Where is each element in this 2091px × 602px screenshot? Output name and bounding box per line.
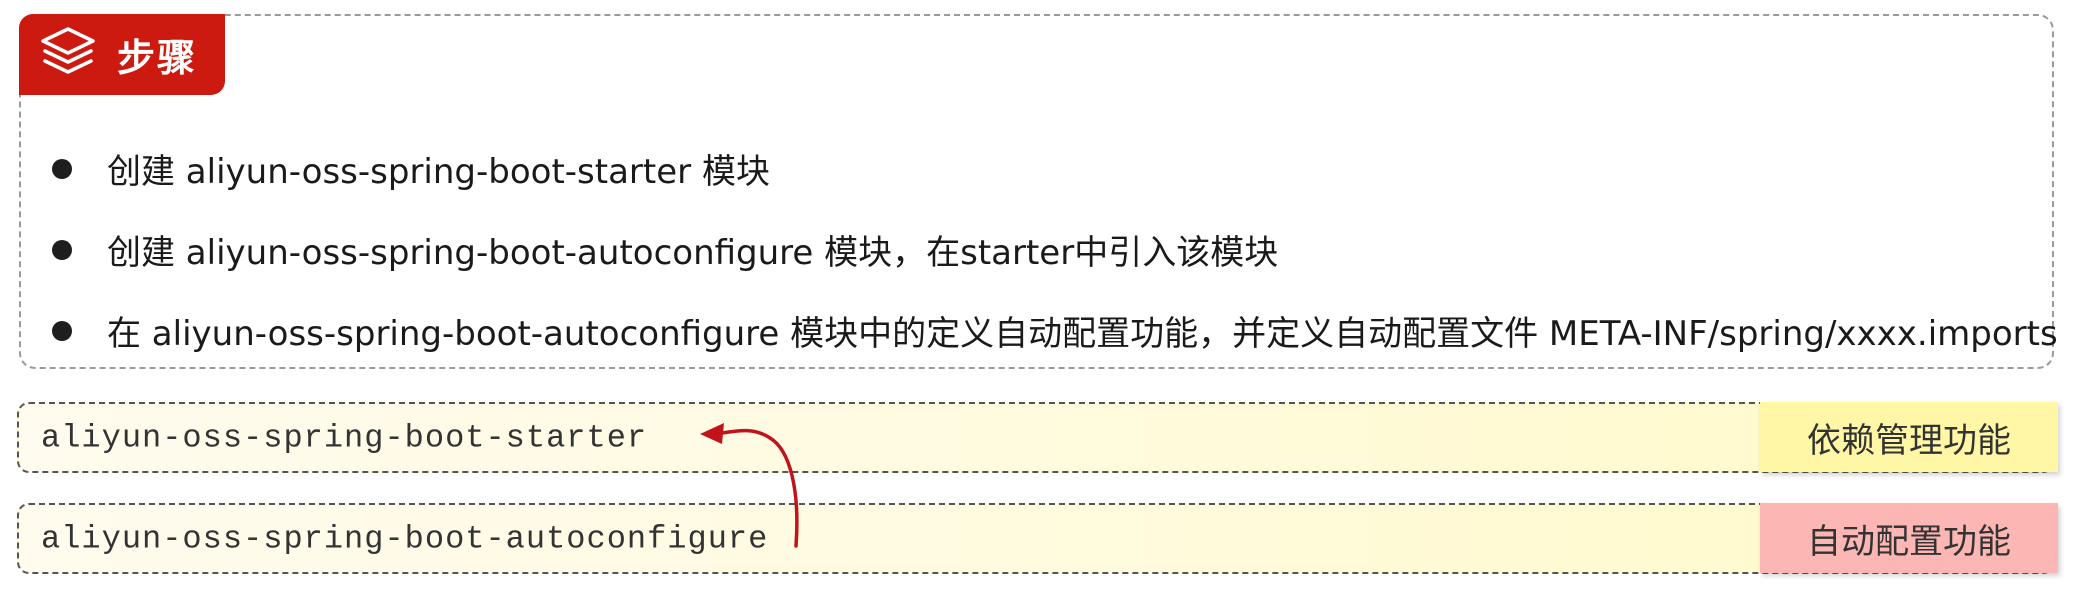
list-item: 创建 aliyun-oss-spring-boot-starter 模块 [52,128,2058,209]
autoconfigure-module-box: aliyun-oss-spring-boot-autoconfigure [17,503,2055,574]
steps-title: 步骤 [117,36,198,80]
list-item: 创建 aliyun-oss-spring-boot-autoconfigure … [52,209,2058,290]
step-list: 创建 aliyun-oss-spring-boot-starter 模块 创建 … [52,128,2058,371]
steps-header: 步骤 [19,14,225,95]
dependency-management-tag: 依赖管理功能 [1760,402,2058,472]
step-text: 在 aliyun-oss-spring-boot-autoconfigure 模… [107,314,2058,354]
bullet-icon [52,239,72,260]
starter-module-box: aliyun-oss-spring-boot-starter [17,402,2055,473]
bullet-icon [52,320,72,341]
bullet-icon [52,158,72,179]
auto-config-tag: 自动配置功能 [1760,503,2058,573]
list-item: 在 aliyun-oss-spring-boot-autoconfigure 模… [52,290,2058,371]
step-text: 创建 aliyun-oss-spring-boot-autoconfigure … [107,233,1279,273]
layers-icon [39,25,97,84]
autoconfigure-module-name: aliyun-oss-spring-boot-autoconfigure [41,520,769,557]
step-text: 创建 aliyun-oss-spring-boot-starter 模块 [107,152,770,192]
starter-module-name: aliyun-oss-spring-boot-starter [41,419,648,456]
